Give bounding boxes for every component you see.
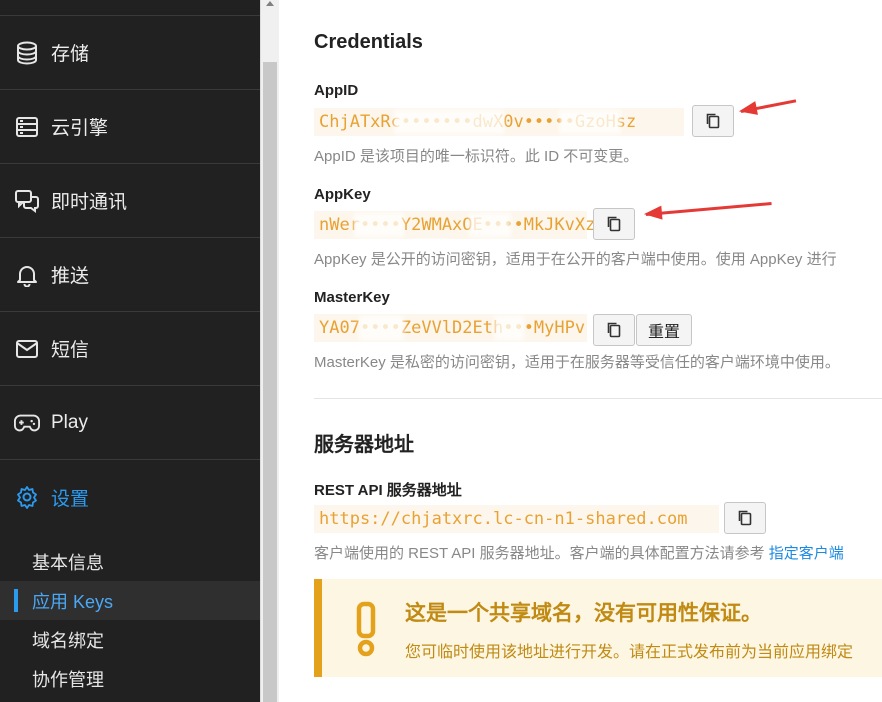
scroll-up-arrow-icon[interactable] bbox=[266, 1, 274, 6]
redaction-blur bbox=[559, 110, 621, 134]
rest-api-help-text: 客户端使用的 REST API 服务器地址。客户端的具体配置方法请参考 bbox=[314, 545, 765, 562]
copy-icon bbox=[607, 216, 621, 232]
notice-title: 这是一个共享域名，没有可用性保证。 bbox=[405, 602, 762, 625]
nav-item-im[interactable]: 即时通讯 bbox=[0, 164, 260, 238]
redaction-blur bbox=[359, 316, 404, 340]
database-icon bbox=[14, 40, 40, 66]
credentials-title: Credentials bbox=[314, 31, 423, 53]
redaction-blur bbox=[494, 316, 524, 340]
envelope-icon bbox=[14, 336, 40, 362]
app-key-label: AppKey bbox=[314, 186, 371, 203]
nav-label: Play bbox=[51, 411, 88, 433]
notice-text: 您可临时使用该地址进行开发。请在正式发布前为当前应用绑定 bbox=[405, 644, 854, 661]
nav-item-cloud-engine[interactable]: 云引擎 bbox=[0, 90, 260, 164]
copy-icon bbox=[738, 510, 752, 526]
copy-icon bbox=[607, 322, 621, 338]
sidebar: 存储 云引擎 即时通讯 推送 短信 Play 设置 基本信息 应用 Keys 域… bbox=[0, 0, 260, 702]
rest-api-url: https://chjatxrc.lc-cn-n1-shared.com bbox=[314, 505, 719, 533]
rest-api-label: REST API 服务器地址 bbox=[314, 482, 462, 499]
nav-item-storage[interactable]: 存储 bbox=[0, 16, 260, 90]
redaction-blur bbox=[394, 110, 504, 134]
copy-master-key-button[interactable] bbox=[593, 314, 635, 346]
master-key-label: MasterKey bbox=[314, 289, 390, 306]
nav-label: 短信 bbox=[51, 340, 90, 361]
redaction-blur bbox=[354, 213, 404, 237]
nav-label: 推送 bbox=[51, 266, 90, 287]
annotation-arrow-app-key bbox=[645, 202, 772, 216]
server-icon bbox=[14, 114, 40, 140]
chat-icon bbox=[14, 188, 40, 214]
annotation-arrow-app-id bbox=[740, 99, 797, 113]
rest-api-help: 客户端使用的 REST API 服务器地址。客户端的具体配置方法请参考 指定客户… bbox=[314, 542, 844, 563]
nav-label: 存储 bbox=[51, 44, 90, 65]
scrollbar-thumb[interactable] bbox=[263, 62, 277, 702]
sidebar-scrollbar[interactable] bbox=[260, 0, 279, 702]
main-content: Credentials AppID ChjATxRc•••••••dwX0v••… bbox=[279, 0, 882, 702]
app-id-help: AppID 是该项目的唯一标识符。此 ID 不可变更。 bbox=[314, 148, 639, 165]
copy-app-key-button[interactable] bbox=[593, 208, 635, 240]
master-key-help: MasterKey 是私密的访问密钥，适用于在服务器等受信任的客户端环境中使用。 bbox=[314, 354, 840, 371]
sub-item-app-keys[interactable]: 应用 Keys bbox=[0, 581, 260, 620]
reset-master-key-button[interactable]: 重置 bbox=[636, 314, 692, 346]
sub-item-collaborators[interactable]: 协作管理 bbox=[0, 659, 260, 698]
gamepad-icon bbox=[14, 410, 40, 436]
nav-label: 即时通讯 bbox=[51, 192, 128, 213]
app-key-help: AppKey 是公开的访问密钥，适用于在公开的客户端中使用。使用 AppKey … bbox=[314, 251, 837, 268]
shared-domain-notice: 这是一个共享域名，没有可用性保证。 您可临时使用该地址进行开发。请在正式发布前为… bbox=[314, 579, 882, 677]
nav-item-sms[interactable]: 短信 bbox=[0, 312, 260, 386]
nav-label: 设置 bbox=[51, 488, 90, 510]
section-divider bbox=[314, 398, 882, 399]
server-address-title: 服务器地址 bbox=[314, 434, 414, 456]
copy-rest-url-button[interactable] bbox=[724, 502, 766, 534]
nav-item-settings[interactable]: 设置 bbox=[0, 460, 260, 534]
exclamation-icon bbox=[356, 601, 376, 657]
redaction-blur bbox=[469, 213, 511, 237]
client-config-link[interactable]: 指定客户端 bbox=[769, 545, 844, 562]
sub-item-domain-binding[interactable]: 域名绑定 bbox=[0, 620, 260, 659]
app-id-label: AppID bbox=[314, 82, 359, 99]
copy-icon bbox=[706, 113, 720, 129]
sub-item-basic-info[interactable]: 基本信息 bbox=[0, 542, 260, 581]
sidebar-top-divider bbox=[0, 0, 260, 16]
nav-item-push[interactable]: 推送 bbox=[0, 238, 260, 312]
nav-item-play[interactable]: Play bbox=[0, 386, 260, 460]
nav-label: 云引擎 bbox=[51, 118, 109, 139]
master-key-value: YA07••••ZeVVlD2Eth•••MyHPv bbox=[314, 314, 587, 342]
gear-icon bbox=[14, 484, 40, 510]
bell-icon bbox=[14, 262, 40, 288]
copy-app-id-button[interactable] bbox=[692, 105, 734, 137]
